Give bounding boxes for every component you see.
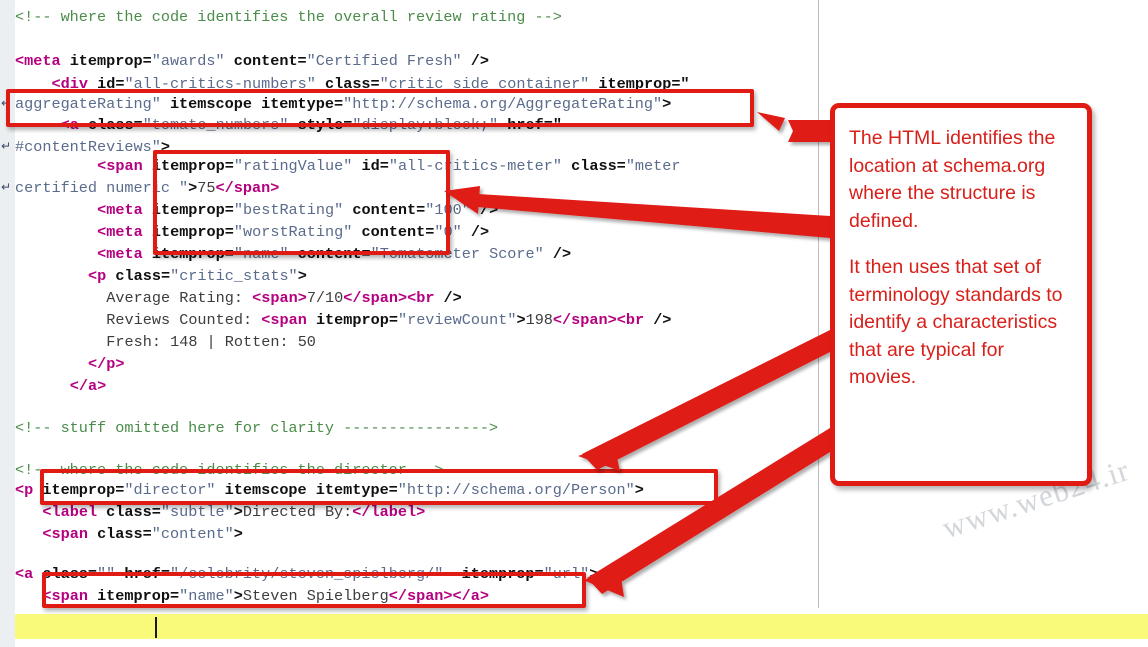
code-token-attr: class= xyxy=(106,267,171,285)
code-token-text: Reviews Counted: xyxy=(106,311,262,329)
editor-left-gutter-bottom xyxy=(0,608,15,647)
code-token-attr: > xyxy=(233,503,243,521)
code-token-comment: <!-- stuff omitted here for clarity ----… xyxy=(15,419,499,437)
code-token-text: Directed By: xyxy=(242,503,353,521)
code-token-tag: <a xyxy=(15,565,34,583)
code-token-attr: /> xyxy=(644,311,672,329)
code-token-tag: </span> xyxy=(343,289,408,307)
code-token-tag: <span> xyxy=(252,289,307,307)
highlight-director-person xyxy=(40,469,718,505)
code-token-attr: > xyxy=(233,525,243,543)
code-token-attr: /> xyxy=(434,289,462,307)
code-line: Reviews Counted: <span itemprop="reviewC… xyxy=(106,309,671,332)
code-token-tag: </p> xyxy=(88,355,125,373)
annotation-text-group: The HTML identifies the location at sche… xyxy=(835,108,1087,402)
screenshot-stage: <!-- where the code identifies the overa… xyxy=(0,0,1148,647)
code-token-text: 7/10 xyxy=(306,289,344,307)
code-token-value: "content" xyxy=(151,525,234,543)
code-token-attr: class= xyxy=(97,503,161,521)
current-line-highlight xyxy=(15,614,1148,639)
code-token-attr: > xyxy=(589,565,599,583)
code-line: <meta itemprop="awards" content="Certifi… xyxy=(15,50,489,73)
pane-divider xyxy=(818,0,819,608)
code-token-tag: <meta xyxy=(97,223,143,241)
code-token-value: "meter xyxy=(625,157,681,175)
code-line: </p> xyxy=(88,353,124,376)
code-token-tag: <meta xyxy=(15,52,61,70)
code-token-attr: /> xyxy=(461,52,489,70)
code-token-comment: <!-- where the code identifies the overa… xyxy=(15,8,562,26)
code-token-tag: <span xyxy=(261,311,307,329)
code-token-attr: class= xyxy=(562,157,626,175)
code-token-tag: <br xyxy=(616,311,645,329)
code-token-value: "subtle" xyxy=(160,503,234,521)
code-token-tag: <p xyxy=(15,481,34,499)
code-token-attr: class= xyxy=(87,525,152,543)
code-token-attr: /> xyxy=(543,245,572,263)
code-line: <!-- where the code identifies the overa… xyxy=(15,6,562,29)
code-line: </a> xyxy=(70,375,106,398)
code-line: <!-- stuff omitted here for clarity ----… xyxy=(15,417,498,440)
annotation-callout: The HTML identifies the location at sche… xyxy=(830,103,1092,486)
code-token-tag: <span xyxy=(42,525,88,543)
code-token-tag: </span> xyxy=(552,311,617,329)
code-token-value: "critic_stats" xyxy=(170,267,298,285)
code-token-attr: itemprop= xyxy=(60,52,152,70)
code-token-tag: </label> xyxy=(352,503,426,521)
code-token-tag: <meta xyxy=(97,201,143,219)
code-token-text: Fresh: 148 | Rotten: 50 xyxy=(106,333,316,351)
code-token-value: #contentReviews" xyxy=(15,138,161,156)
code-token-tag: <p xyxy=(88,267,107,285)
code-token-value: "Certified Fresh" xyxy=(306,52,462,70)
code-token-text: Average Rating: xyxy=(106,289,253,307)
highlight-aggregate-rating xyxy=(6,89,754,127)
code-token-tag: </a> xyxy=(69,377,107,395)
code-line: <p class="critic_stats"> xyxy=(88,265,307,288)
code-token-attr: /> xyxy=(461,223,490,241)
code-line: Fresh: 148 | Rotten: 50 xyxy=(106,331,316,354)
code-token-value: "awards" xyxy=(151,52,225,70)
line-wrap-marker-icon: ↵ xyxy=(1,139,12,153)
code-token-text: 198 xyxy=(525,311,553,329)
text-caret xyxy=(155,617,157,638)
code-line: <span class="content"> xyxy=(42,523,243,546)
annotation-paragraph-1: The HTML identifies the location at sche… xyxy=(849,127,1056,232)
highlight-rating-values xyxy=(153,150,450,255)
code-token-tag: <span xyxy=(97,157,143,175)
code-token-tag: <label xyxy=(42,503,98,521)
code-token-attr: content= xyxy=(224,52,307,70)
code-token-attr: /> xyxy=(470,201,499,219)
code-token-tag: <meta xyxy=(97,245,143,263)
code-line: Average Rating: <span>7/10</span><br /> xyxy=(106,287,461,310)
annotation-paragraph-2: It then uses that set of terminology sta… xyxy=(849,256,1063,388)
highlight-spielberg-name xyxy=(42,572,586,608)
code-token-attr: itemprop= xyxy=(306,311,398,329)
code-token-tag: <br xyxy=(407,289,435,307)
line-wrap-marker-icon: ↵ xyxy=(1,180,12,194)
code-token-attr: > xyxy=(297,267,307,285)
code-token-attr: > xyxy=(516,311,526,329)
code-token-value: "reviewCount" xyxy=(397,311,517,329)
